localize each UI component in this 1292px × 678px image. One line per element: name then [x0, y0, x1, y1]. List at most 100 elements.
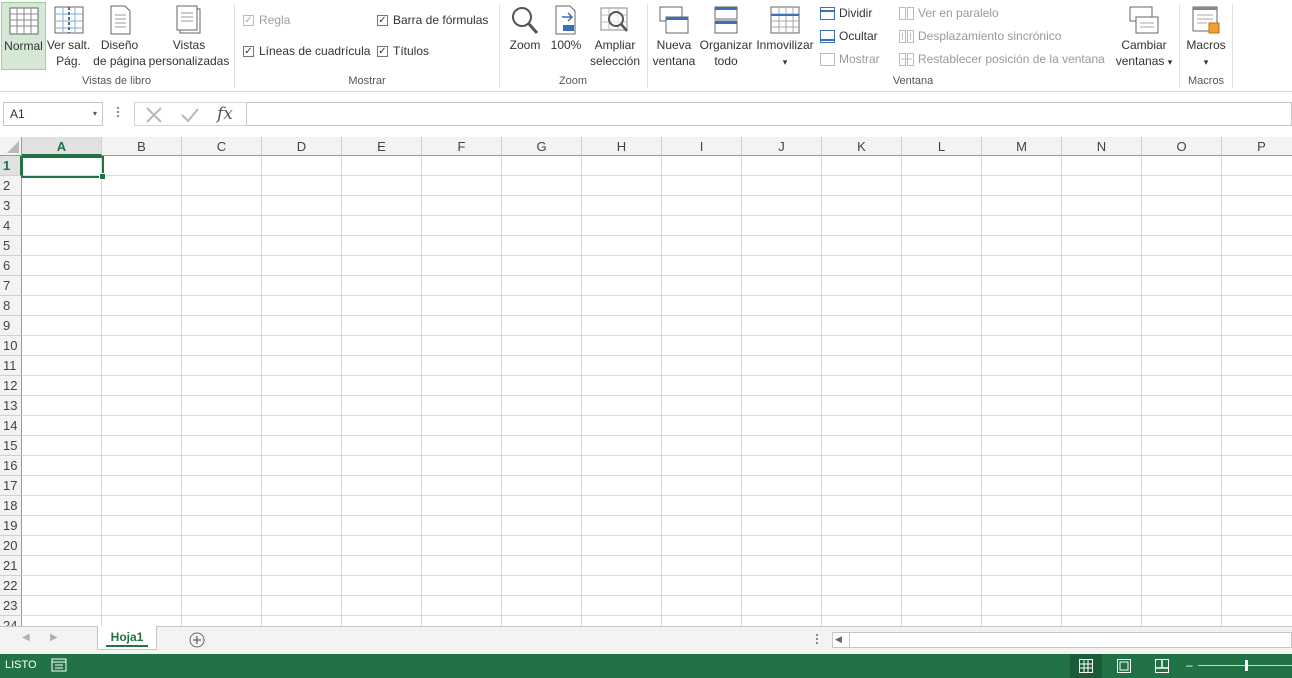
- view-side-by-side-button[interactable]: Ver en paralelo: [899, 6, 999, 20]
- page-layout-button[interactable]: Diseño de página: [92, 2, 147, 70]
- arrange-all-button[interactable]: Organizar todo: [698, 2, 754, 70]
- group-mostrar: ✓ Regla ✓ Líneas de cuadrícula ✓ Barra d…: [235, 0, 499, 92]
- headings-checkbox[interactable]: ✓ Títulos: [377, 44, 429, 58]
- column-header-h[interactable]: H: [582, 137, 662, 156]
- row-header-7[interactable]: 7: [0, 276, 22, 296]
- formula-bar-check-icon: ✓: [377, 14, 388, 26]
- column-header-p[interactable]: P: [1222, 137, 1292, 156]
- column-header-l[interactable]: L: [902, 137, 982, 156]
- column-header-d[interactable]: D: [262, 137, 342, 156]
- row-header-20[interactable]: 20: [0, 536, 22, 556]
- ruler-checkbox[interactable]: ✓ Regla: [243, 13, 290, 27]
- row-header-9[interactable]: 9: [0, 316, 22, 336]
- unhide-window-button[interactable]: Mostrar: [820, 52, 880, 66]
- column-header-o[interactable]: O: [1142, 137, 1222, 156]
- freeze-panes-button[interactable]: Inmovilizar ▾: [755, 2, 815, 70]
- formula-bar-checkbox[interactable]: ✓ Barra de fórmulas: [377, 13, 488, 27]
- row-header-21[interactable]: 21: [0, 556, 22, 576]
- synchronous-scrolling-button[interactable]: Desplazamiento sincrónico: [899, 29, 1061, 43]
- custom-views-button[interactable]: Vistas personalizadas: [148, 2, 230, 70]
- scroll-left-icon[interactable]: ◀: [835, 634, 842, 645]
- gridline-horizontal: [22, 315, 1292, 316]
- macro-record-icon[interactable]: [51, 658, 67, 672]
- row-header-16[interactable]: 16: [0, 456, 22, 476]
- row-header-13[interactable]: 13: [0, 396, 22, 416]
- gridlines-checkbox[interactable]: ✓ Líneas de cuadrícula: [243, 44, 370, 58]
- normal-view-button[interactable]: Normal: [1, 2, 46, 70]
- formula-input[interactable]: [246, 102, 1292, 126]
- active-cell-a1[interactable]: [21, 156, 106, 180]
- tab-split-grip-icon[interactable]: [816, 634, 819, 646]
- zoom-slider-thumb[interactable]: [1245, 660, 1248, 671]
- column-header-n[interactable]: N: [1062, 137, 1142, 156]
- row-header-19[interactable]: 19: [0, 516, 22, 536]
- horizontal-scrollbar[interactable]: ◀: [832, 632, 1292, 648]
- gridline-horizontal: [22, 255, 1292, 256]
- zoom-selection-icon: [600, 7, 628, 32]
- synchronous-scrolling-label: Desplazamiento sincrónico: [918, 29, 1062, 43]
- row-header-12[interactable]: 12: [0, 376, 22, 396]
- hide-window-button[interactable]: Ocultar: [820, 29, 878, 43]
- column-header-f[interactable]: F: [422, 137, 502, 156]
- custom-views-label-line1: Vistas: [172, 38, 206, 52]
- column-header-m[interactable]: M: [982, 137, 1062, 156]
- row-header-10[interactable]: 10: [0, 336, 22, 356]
- zoom-to-selection-button[interactable]: Ampliar selección: [586, 2, 644, 70]
- new-sheet-icon[interactable]: [189, 632, 205, 648]
- zoom-100-button[interactable]: 100%: [548, 2, 584, 70]
- cancel-icon[interactable]: [145, 106, 163, 124]
- row-header-3[interactable]: 3: [0, 196, 22, 216]
- row-header-23[interactable]: 23: [0, 596, 22, 616]
- row-header-17[interactable]: 17: [0, 476, 22, 496]
- unhide-window-label: Mostrar: [839, 52, 880, 66]
- column-header-i[interactable]: I: [662, 137, 742, 156]
- gridline-horizontal: [22, 535, 1292, 536]
- column-header-a[interactable]: A: [22, 137, 102, 156]
- new-window-button[interactable]: Nueva ventana: [652, 2, 696, 70]
- insert-function-button[interactable]: fx: [217, 103, 233, 125]
- zoom-button[interactable]: Zoom: [504, 2, 546, 70]
- row-header-15[interactable]: 15: [0, 436, 22, 456]
- freeze-panes-dropdown-icon: ▾: [782, 57, 788, 67]
- gridline-horizontal: [22, 555, 1292, 556]
- name-box-dropdown-icon[interactable]: ▾: [93, 103, 97, 125]
- sheet-tab-hoja1[interactable]: Hoja1: [97, 626, 157, 650]
- column-header-j[interactable]: J: [742, 137, 822, 156]
- page-layout-label-line1: Diseño: [100, 38, 139, 52]
- scroll-tabs-right-icon[interactable]: ▶: [50, 632, 58, 643]
- column-header-e[interactable]: E: [342, 137, 422, 156]
- select-all-corner[interactable]: [0, 137, 22, 156]
- row-header-14[interactable]: 14: [0, 416, 22, 436]
- row-header-5[interactable]: 5: [0, 236, 22, 256]
- normal-view-status-button[interactable]: [1070, 654, 1102, 678]
- row-header-2[interactable]: 2: [0, 176, 22, 196]
- switch-windows-button[interactable]: Cambiar ventanas ▾: [1114, 2, 1174, 70]
- row-header-22[interactable]: 22: [0, 576, 22, 596]
- split-button[interactable]: Dividir: [820, 6, 872, 20]
- row-header-1[interactable]: 1: [0, 156, 22, 176]
- column-header-b[interactable]: B: [102, 137, 182, 156]
- row-header-4[interactable]: 4: [0, 216, 22, 236]
- column-header-g[interactable]: G: [502, 137, 582, 156]
- column-header-k[interactable]: K: [822, 137, 902, 156]
- column-header-c[interactable]: C: [182, 137, 262, 156]
- ribbon-separator: [1232, 4, 1233, 88]
- row-header-8[interactable]: 8: [0, 296, 22, 316]
- scroll-tabs-left-icon[interactable]: ◀: [22, 632, 30, 643]
- formula-bar-grip-icon[interactable]: [117, 106, 120, 120]
- reset-window-position-button[interactable]: Restablecer posición de la ventana: [899, 52, 1105, 66]
- name-box[interactable]: A1 ▾: [3, 102, 103, 126]
- page-break-preview-button[interactable]: Ver salt. Pág.: [46, 2, 91, 70]
- worksheet-grid[interactable]: A B C D E F G H I J K L M N O P 1 2 3 4 5 6 7 8 9 10 11 12 13 14 15 16 1…: [0, 137, 1292, 626]
- macros-button[interactable]: Macros ▾: [1182, 2, 1230, 70]
- enter-check-icon[interactable]: [180, 106, 200, 124]
- page-break-status-icon[interactable]: [1155, 659, 1169, 673]
- row-header-6[interactable]: 6: [0, 256, 22, 276]
- row-header-18[interactable]: 18: [0, 496, 22, 516]
- group-label-macros: Macros: [1187, 75, 1225, 87]
- arrange-all-label-line1: Organizar: [699, 38, 753, 52]
- zoom-out-icon[interactable]: –: [1186, 658, 1193, 672]
- row-header-24[interactable]: 24: [0, 616, 22, 626]
- page-layout-status-icon[interactable]: [1117, 659, 1131, 673]
- row-header-11[interactable]: 11: [0, 356, 22, 376]
